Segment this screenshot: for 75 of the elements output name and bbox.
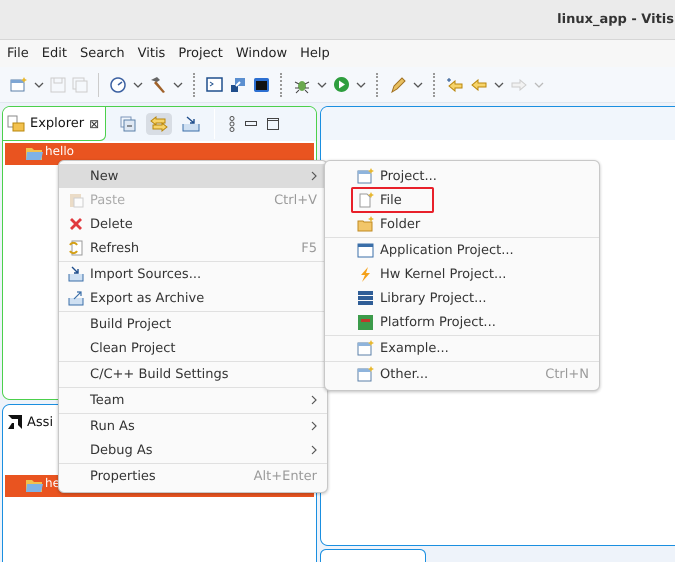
run-icon[interactable] [333, 76, 350, 93]
menu-item[interactable]: Run As [59, 414, 327, 438]
menu-item[interactable]: Window [230, 46, 296, 61]
stack-icon [357, 290, 374, 306]
menu-item[interactable]: New [59, 164, 327, 188]
refresh-icon [68, 240, 84, 256]
collapse-all-icon[interactable] [120, 116, 136, 132]
folder-icon [25, 145, 43, 161]
caret-icon[interactable] [133, 82, 143, 88]
shortcut-label: Ctrl+N [545, 366, 589, 382]
back-arrow-icon[interactable] [446, 76, 464, 92]
menu-item[interactable]: Refresh F5 [59, 236, 327, 260]
menu-item[interactable]: Library Project... [351, 285, 492, 311]
caret-icon[interactable] [34, 82, 44, 88]
logo-icon [7, 414, 23, 430]
menu-item[interactable]: Properties Alt+Enter [59, 464, 327, 488]
hammer-icon[interactable] [149, 76, 167, 94]
pen-icon[interactable] [389, 76, 407, 94]
new-file-icon [357, 192, 374, 208]
menu-item[interactable]: Project [173, 46, 231, 61]
menu-item[interactable]: File [351, 187, 434, 213]
menu-item[interactable]: Team [59, 388, 327, 412]
menu-item[interactable]: Import Sources... [59, 262, 327, 286]
panel-tab[interactable] [320, 549, 426, 562]
remote-icon[interactable] [229, 76, 247, 94]
menu-item[interactable]: Folder [351, 211, 426, 237]
menu-item[interactable]: Build Project [59, 312, 327, 336]
menu-item[interactable]: Vitis [132, 46, 174, 61]
menu-item[interactable]: C/C++ Build Settings [59, 362, 327, 386]
menu-item[interactable]: Hw Kernel Project... [351, 261, 512, 287]
menu-item[interactable]: Platform Project... [351, 309, 502, 335]
folder-icon [357, 216, 374, 232]
menu-item[interactable]: Clean Project [59, 336, 327, 360]
caret-icon[interactable] [356, 82, 366, 88]
caret-icon[interactable] [494, 82, 504, 88]
new-window-icon [357, 340, 374, 356]
tab-label: Explorer [30, 116, 84, 131]
tree-item-label: hello [45, 145, 74, 158]
menu-item[interactable]: Debug As [59, 438, 327, 462]
caret-icon[interactable] [413, 82, 423, 88]
export-icon [68, 290, 84, 306]
board-icon [357, 314, 374, 330]
link-editor-button[interactable] [146, 113, 172, 135]
menu-item[interactable]: Help [295, 46, 338, 61]
menu-item[interactable]: Project... [351, 163, 443, 189]
explorer-icon [7, 115, 25, 132]
window-icon [357, 242, 374, 258]
clipboard-icon [68, 192, 84, 208]
folder-icon [25, 477, 43, 493]
console-icon[interactable] [253, 76, 270, 92]
minimize-icon[interactable] [245, 121, 258, 127]
menu-item[interactable]: Search [74, 46, 133, 61]
menu-item[interactable]: File [2, 46, 37, 61]
menu-item[interactable]: Export as Archive [59, 286, 327, 310]
cross-icon [68, 216, 84, 232]
maximize-icon[interactable] [267, 118, 280, 130]
menu-item[interactable]: Other... [351, 361, 434, 387]
window-title: linux_app - Vitis [557, 12, 674, 27]
new-window-icon [357, 366, 374, 382]
new-window-icon [357, 168, 374, 184]
import-icon [68, 266, 84, 282]
caret-icon[interactable] [173, 82, 183, 88]
terminal-icon[interactable] [206, 77, 223, 92]
menu-item[interactable]: Edit [36, 46, 75, 61]
menu-item[interactable]: Example... [351, 335, 455, 361]
menu-item[interactable]: Delete [59, 212, 327, 236]
import-icon[interactable] [182, 116, 200, 132]
view-menu-icon[interactable] [229, 116, 236, 132]
close-button[interactable]: ⊠ [89, 116, 100, 130]
explorer-tab[interactable]: Explorer ⊠ [3, 107, 106, 141]
caret-icon[interactable] [317, 82, 327, 88]
tab-label[interactable]: Assi [27, 414, 54, 430]
gauge-icon[interactable] [109, 76, 127, 94]
new-window-icon[interactable] [10, 76, 28, 92]
menu-item[interactable]: Application Project... [351, 237, 520, 263]
